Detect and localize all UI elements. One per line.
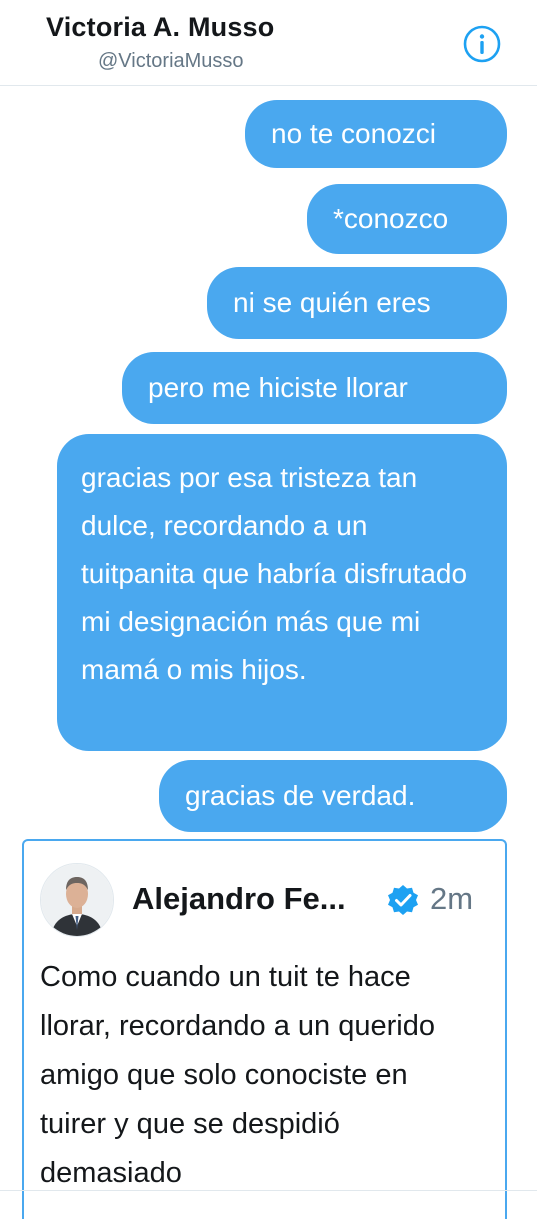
message-text: pero me hiciste llorar — [148, 372, 408, 403]
message-bubble[interactable]: gracias por esa tristeza tan dulce, reco… — [57, 434, 507, 751]
message-bubble[interactable]: *conozco — [307, 184, 507, 254]
contact-handle[interactable]: @VictoriaMusso — [98, 50, 244, 73]
message-text: ni se quién eres — [233, 287, 431, 318]
tweet-author-name[interactable]: Alejandro Fe... — [132, 881, 346, 917]
message-text: gracias por esa tristeza tan dulce, reco… — [81, 462, 468, 685]
message-bubble[interactable]: gracias de verdad. — [159, 760, 507, 832]
avatar[interactable] — [40, 863, 114, 937]
contact-name[interactable]: Victoria A. Musso — [46, 12, 274, 43]
avatar-image — [41, 864, 113, 936]
message-text: *conozco — [333, 203, 449, 234]
info-circle-icon[interactable] — [462, 24, 502, 64]
message-bubble[interactable]: no te conozci — [245, 100, 507, 168]
divider — [0, 1190, 537, 1191]
message-text: no te conozci — [271, 118, 436, 149]
conversation-header: Victoria A. Musso @VictoriaMusso — [0, 0, 537, 86]
verified-badge-icon — [388, 885, 418, 915]
message-bubble[interactable]: pero me hiciste llorar — [122, 352, 507, 424]
tweet-timestamp: 2m — [430, 881, 474, 916]
tweet-text: Como cuando un tuit te hace llorar, reco… — [40, 961, 435, 1189]
message-bubble[interactable]: ni se quién eres — [207, 267, 507, 339]
message-text: gracias de verdad. — [185, 780, 416, 811]
shared-tweet-card[interactable]: Alejandro Fe... 2m Como cuando un tuit t… — [22, 839, 507, 1219]
